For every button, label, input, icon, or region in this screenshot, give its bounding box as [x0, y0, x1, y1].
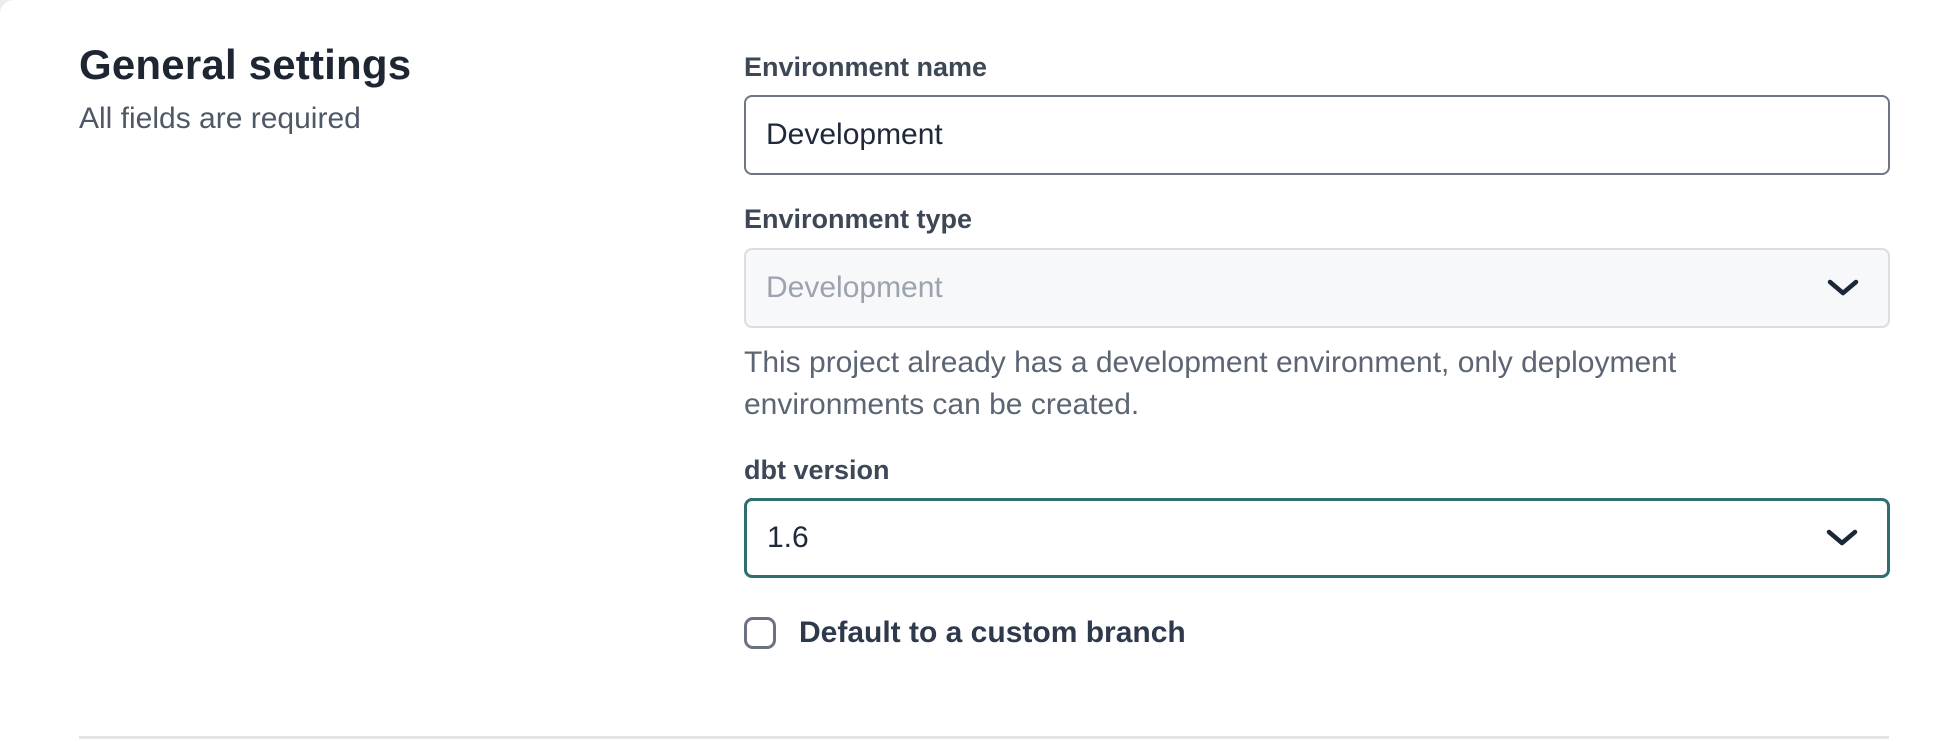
custom-branch-checkbox[interactable] — [744, 617, 776, 649]
dbt-version-label: dbt version — [744, 454, 1890, 486]
settings-card: General settings All fields are required… — [0, 0, 1958, 740]
environment-name-label: Environment name — [744, 51, 1890, 83]
custom-branch-label[interactable]: Default to a custom branch — [799, 616, 1186, 650]
dbt-version-field: dbt version 1.6 — [744, 454, 1890, 578]
environment-name-field: Environment name — [744, 51, 1890, 175]
chevron-down-icon — [1825, 521, 1859, 555]
chevron-down-icon — [1826, 271, 1860, 305]
page-subtitle: All fields are required — [79, 101, 744, 137]
environment-type-selected-value: Development — [766, 271, 943, 305]
custom-branch-row: Default to a custom branch — [744, 616, 1890, 650]
general-settings-section: General settings All fields are required… — [0, 0, 1958, 740]
environment-type-label: Environment type — [744, 203, 1890, 235]
environment-name-input[interactable] — [744, 95, 1890, 175]
section-divider — [79, 736, 1889, 739]
dbt-version-select[interactable]: 1.6 — [744, 498, 1890, 578]
environment-type-field: Environment type Development This projec… — [744, 203, 1890, 425]
settings-form: Environment name Environment type Develo… — [744, 38, 1890, 740]
page-title: General settings — [79, 41, 744, 89]
environment-type-select[interactable]: Development — [744, 248, 1890, 328]
dbt-version-selected-value: 1.6 — [767, 521, 809, 555]
section-header: General settings All fields are required — [79, 38, 744, 740]
environment-type-helper-text: This project already has a development e… — [744, 342, 1864, 426]
